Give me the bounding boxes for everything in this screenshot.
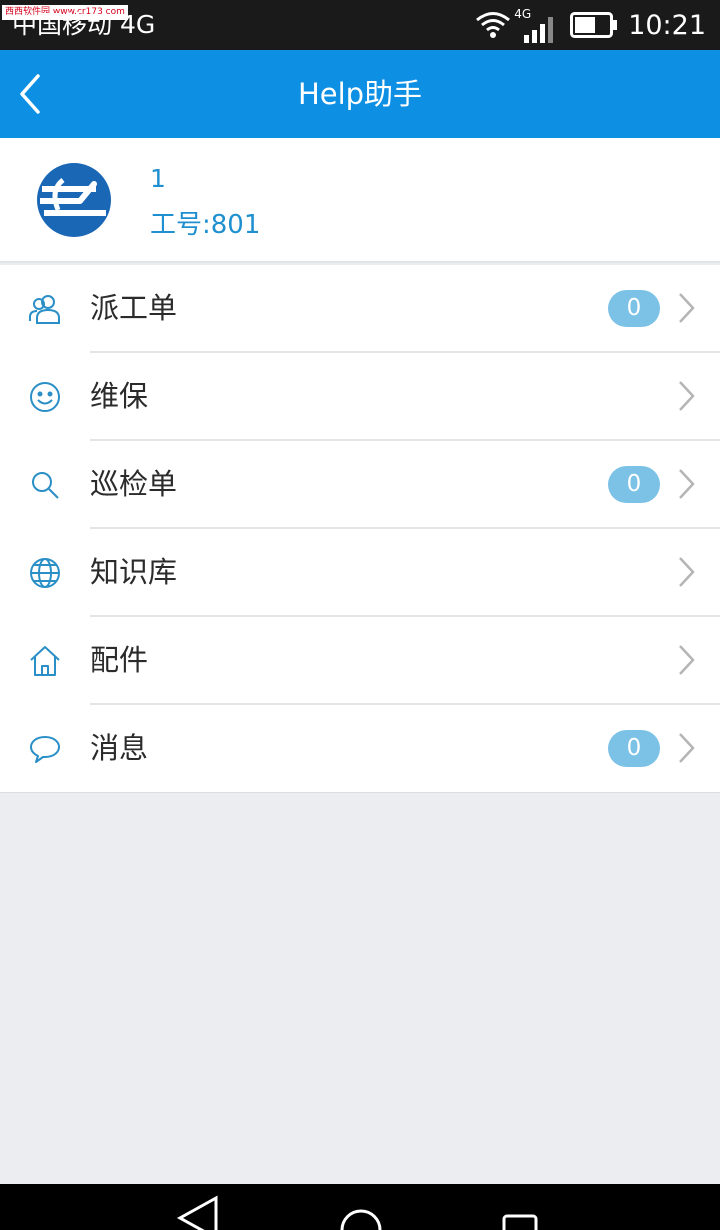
globe-icon xyxy=(26,555,64,591)
home-icon xyxy=(26,643,64,679)
signal-indicator: 4G xyxy=(514,5,556,45)
chevron-right-icon xyxy=(679,557,695,587)
app-bar: Help助手 xyxy=(0,50,720,138)
menu-list: 派工单 0 维保 巡检单 0 知识库 配件 消息 0 xyxy=(0,265,720,793)
chevron-right-icon xyxy=(679,469,695,499)
menu-item-maintenance[interactable]: 维保 xyxy=(0,353,720,441)
count-badge: 0 xyxy=(608,466,660,503)
chevron-right-icon xyxy=(679,381,695,411)
menu-item-label: 知识库 xyxy=(90,555,178,589)
status-icons: 4G 10:21 xyxy=(474,0,706,50)
chevron-right-icon xyxy=(679,733,695,763)
profile-card[interactable]: 1 工号:801 xyxy=(0,138,720,263)
menu-item-label: 维保 xyxy=(90,379,149,413)
menu-item-label: 派工单 xyxy=(90,291,178,325)
menu-item-dispatch-orders[interactable]: 派工单 0 xyxy=(0,265,720,353)
menu-item-parts[interactable]: 配件 xyxy=(0,617,720,705)
clock: 10:21 xyxy=(628,9,706,41)
wifi-icon xyxy=(476,12,511,38)
menu-item-knowledge-base[interactable]: 知识库 xyxy=(0,529,720,617)
signal-icon xyxy=(524,17,554,43)
user-name: 1 xyxy=(150,164,166,193)
menu-item-messages[interactable]: 消息 0 xyxy=(0,705,720,793)
system-nav-bar xyxy=(0,1184,720,1230)
employee-id: 工号:801 xyxy=(150,210,261,240)
nav-recents-button[interactable] xyxy=(500,1184,540,1230)
menu-item-inspection-orders[interactable]: 巡检单 0 xyxy=(0,441,720,529)
chevron-right-icon xyxy=(679,645,695,675)
count-badge: 0 xyxy=(608,290,660,327)
status-bar: 西西软件园 www.cr173.com 中国移动 4G 4G 10:21 xyxy=(0,0,720,50)
nav-home-button[interactable] xyxy=(338,1184,384,1230)
search-icon xyxy=(26,467,64,503)
company-logo xyxy=(37,163,111,237)
count-badge: 0 xyxy=(608,730,660,767)
carrier-label: 中国移动 4G xyxy=(12,10,156,39)
page-title: Help助手 xyxy=(297,77,423,111)
smile-icon xyxy=(26,379,64,415)
chevron-right-icon xyxy=(679,293,695,323)
people-icon xyxy=(26,291,64,327)
nav-back-button[interactable] xyxy=(176,1184,220,1230)
menu-item-label: 巡检单 xyxy=(90,467,178,501)
battery-icon xyxy=(570,12,618,38)
menu-item-label: 消息 xyxy=(90,731,149,765)
menu-item-label: 配件 xyxy=(90,643,149,677)
chat-bubble-icon xyxy=(26,731,64,767)
